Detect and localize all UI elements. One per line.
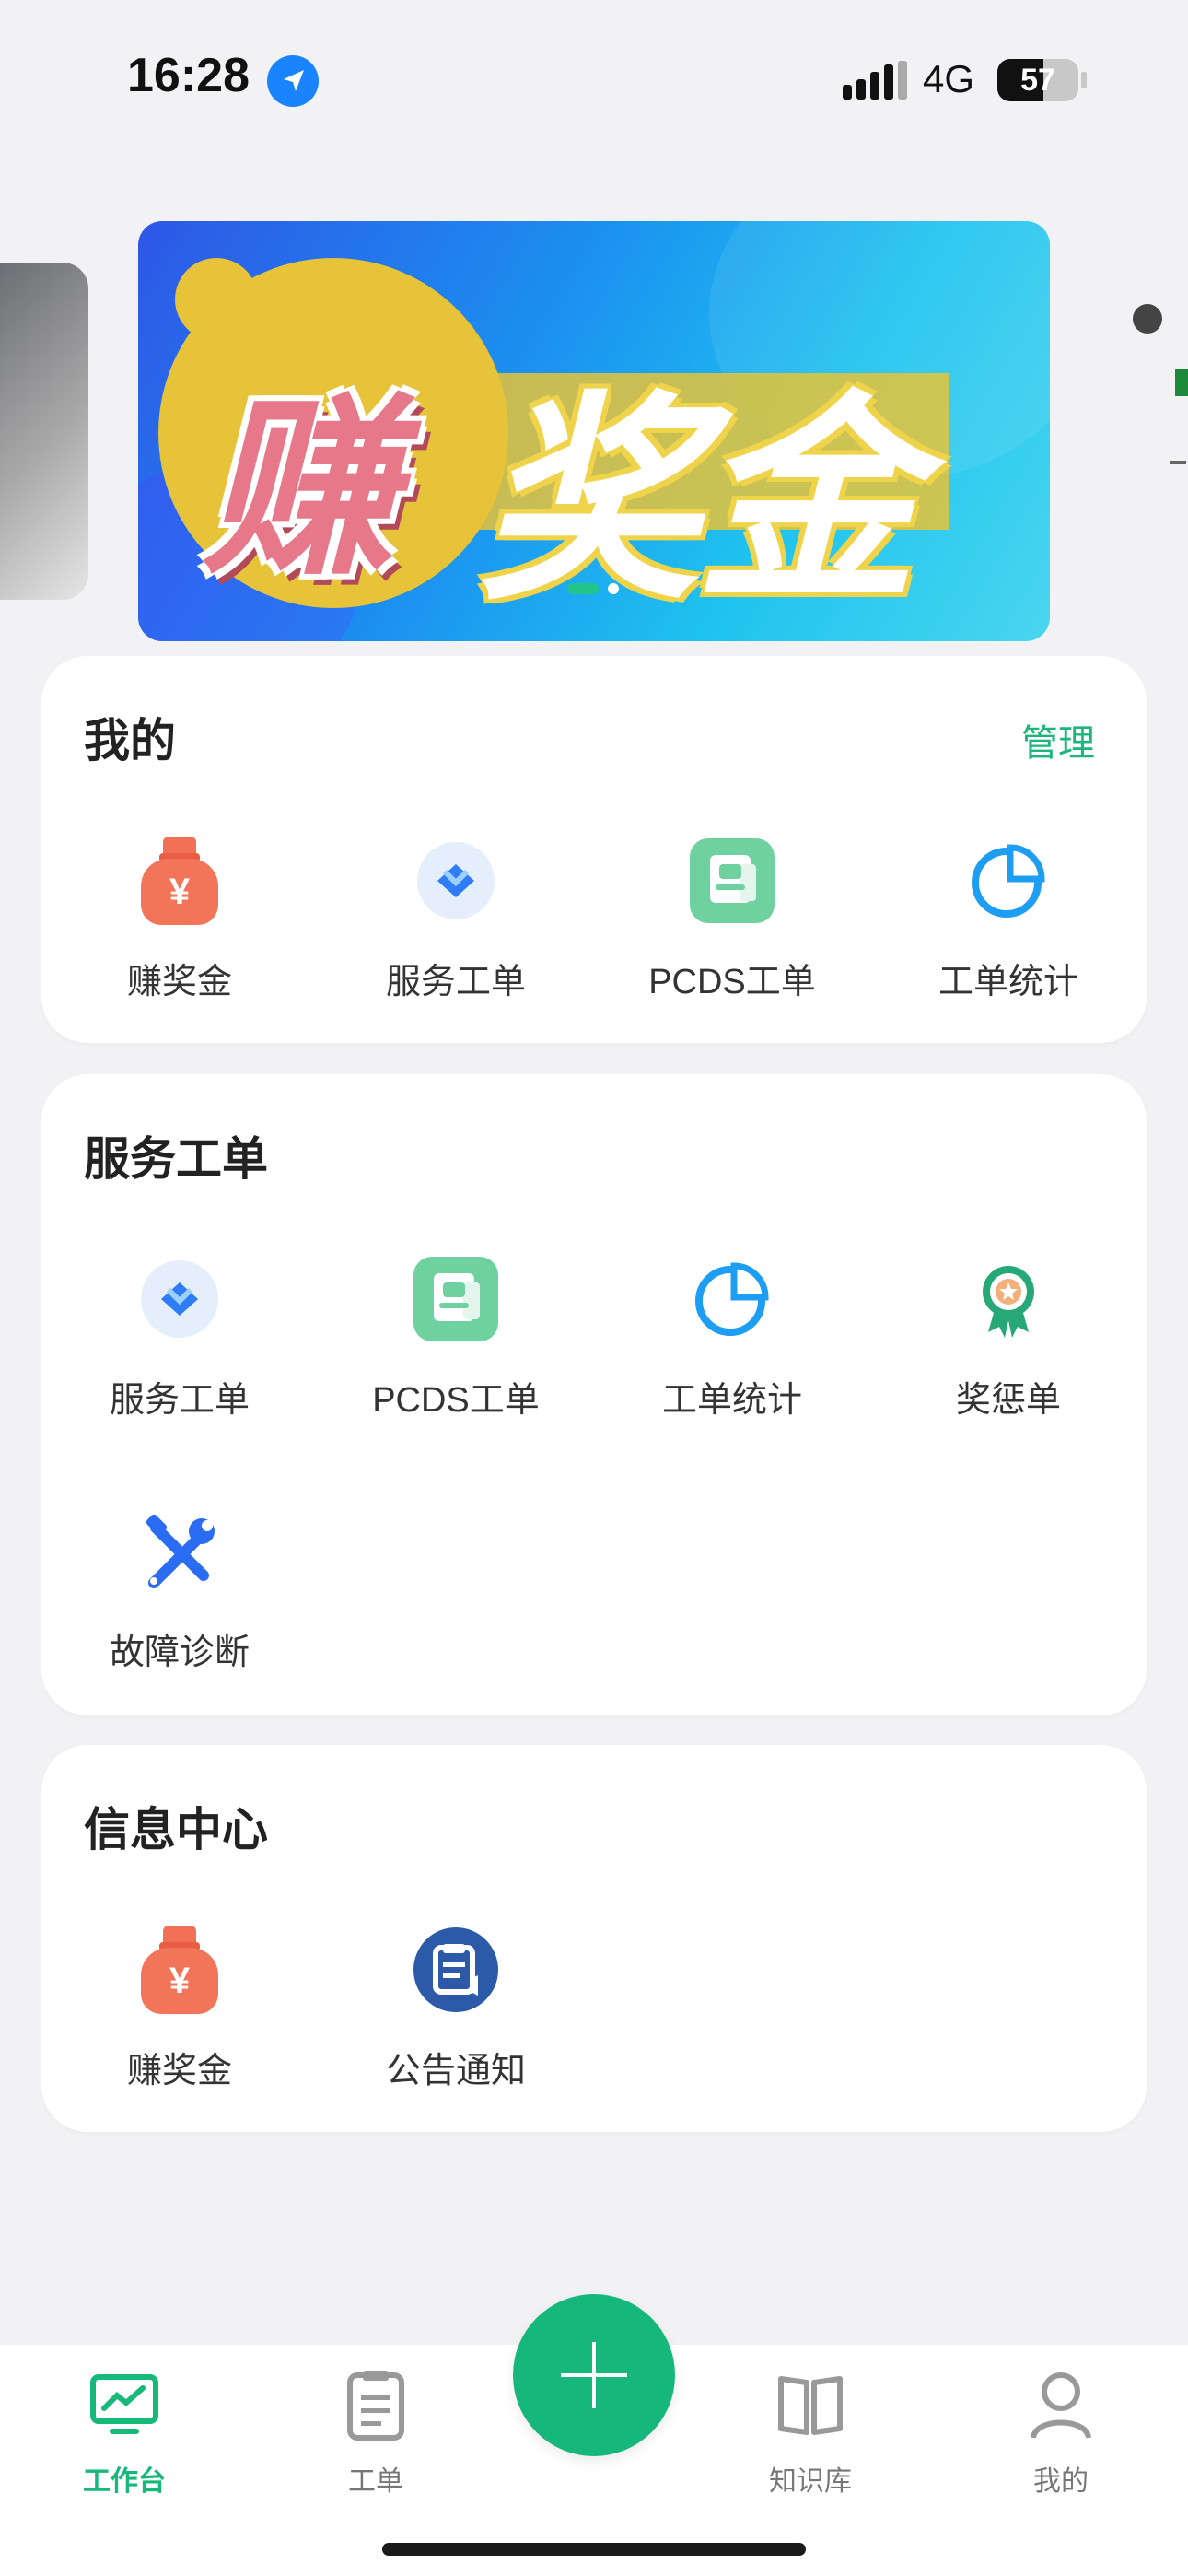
carousel-dot	[608, 582, 619, 594]
tab-label: 知识库	[769, 2466, 852, 2497]
pcds-order-icon	[688, 837, 776, 925]
banner-title-right: 奖金	[479, 378, 917, 625]
pcds-order-icon	[412, 1255, 500, 1343]
money-bag-icon: ¥	[135, 1926, 224, 2014]
service-order-icon	[412, 837, 500, 925]
my-item-earn-bonus[interactable]: ¥ 赚奖金	[41, 837, 318, 1003]
service-order-icon	[135, 1255, 224, 1343]
item-label: 公告通知	[385, 2052, 526, 2090]
info-center-card: 信息中心 ¥ 赚奖金 公告通知	[41, 1745, 1147, 2132]
manage-link[interactable]: 管理	[1021, 713, 1095, 767]
tab-label: 工单	[348, 2466, 403, 2497]
clipboard-icon	[339, 2368, 413, 2441]
item-label: 服务工单	[109, 1381, 250, 1420]
network-type: 4G	[923, 57, 975, 100]
home-indicator	[382, 2543, 806, 2556]
book-icon	[774, 2368, 847, 2441]
info-item-announcements[interactable]: 公告通知	[318, 1926, 594, 2092]
item-label: 奖惩单	[955, 1381, 1061, 1420]
service-item-pcds-order[interactable]: PCDS工单	[318, 1255, 594, 1422]
tab-label: 工作台	[83, 2466, 166, 2497]
item-label: PCDS工单	[648, 963, 816, 1001]
announcement-icon	[412, 1926, 500, 2014]
cellular-signal-icon	[843, 61, 907, 100]
section-title: 信息中心	[84, 1804, 268, 1856]
item-label: PCDS工单	[372, 1381, 540, 1420]
pie-chart-icon	[688, 1255, 776, 1343]
tab-orders[interactable]: 工单	[293, 2368, 459, 2499]
carousel-indicator	[567, 580, 619, 597]
award-badge-icon	[964, 1255, 1053, 1343]
promo-banner[interactable]: 赚 奖金	[138, 221, 1050, 641]
money-bag-icon: ¥	[135, 837, 224, 925]
item-label: 赚奖金	[126, 2052, 232, 2090]
carousel-next-slide[interactable]	[1131, 295, 1188, 534]
status-bar: 16:28 4G 57	[0, 0, 1188, 157]
my-section-card: 我的 管理 ¥ 赚奖金 服务工单 PCDS工单 工单统计	[41, 656, 1147, 1043]
location-arrow-icon	[267, 55, 319, 107]
service-item-order-stats[interactable]: 工单统计	[594, 1255, 870, 1422]
banner-title-left: 赚	[203, 381, 396, 597]
item-label: 工单统计	[938, 963, 1078, 1001]
my-item-service-order[interactable]: 服务工单	[318, 837, 594, 1003]
tab-label: 我的	[1033, 2466, 1089, 2497]
monitor-chart-icon	[87, 2368, 161, 2441]
person-icon	[1024, 2368, 1098, 2441]
add-button[interactable]	[513, 2294, 675, 2456]
carousel-prev-slide[interactable]	[0, 263, 88, 600]
my-item-order-stats[interactable]: 工单统计	[870, 837, 1147, 1003]
section-title: 我的	[84, 715, 176, 767]
carousel-dot-active	[567, 582, 599, 594]
my-item-pcds-order[interactable]: PCDS工单	[594, 837, 870, 1003]
status-time: 16:28	[127, 49, 250, 102]
item-label: 服务工单	[385, 963, 526, 1001]
tab-knowledge-base[interactable]: 知识库	[728, 2368, 893, 2499]
battery-icon: 57	[997, 59, 1078, 101]
carousel-next-preview	[1133, 304, 1188, 464]
battery-cap	[1081, 72, 1087, 88]
battery-percent: 57	[1020, 63, 1055, 98]
service-item-fault-diagnosis[interactable]: 故障诊断	[41, 1507, 318, 1674]
service-item-service-order[interactable]: 服务工单	[41, 1255, 318, 1422]
service-item-reward-penalty[interactable]: 奖惩单	[870, 1255, 1147, 1422]
item-label: 赚奖金	[126, 963, 232, 1001]
tab-mine[interactable]: 我的	[978, 2368, 1144, 2499]
tab-workbench[interactable]: 工作台	[41, 2368, 207, 2499]
item-label: 故障诊断	[109, 1633, 250, 1672]
section-title: 服务工单	[84, 1133, 268, 1185]
info-item-earn-bonus[interactable]: ¥ 赚奖金	[41, 1926, 318, 2092]
pie-chart-icon	[964, 837, 1053, 925]
tools-icon	[135, 1507, 224, 1596]
item-label: 工单统计	[661, 1381, 802, 1420]
service-section-card: 服务工单 服务工单 PCDS工单 工单统计 奖惩单 故障诊断	[41, 1074, 1147, 1715]
